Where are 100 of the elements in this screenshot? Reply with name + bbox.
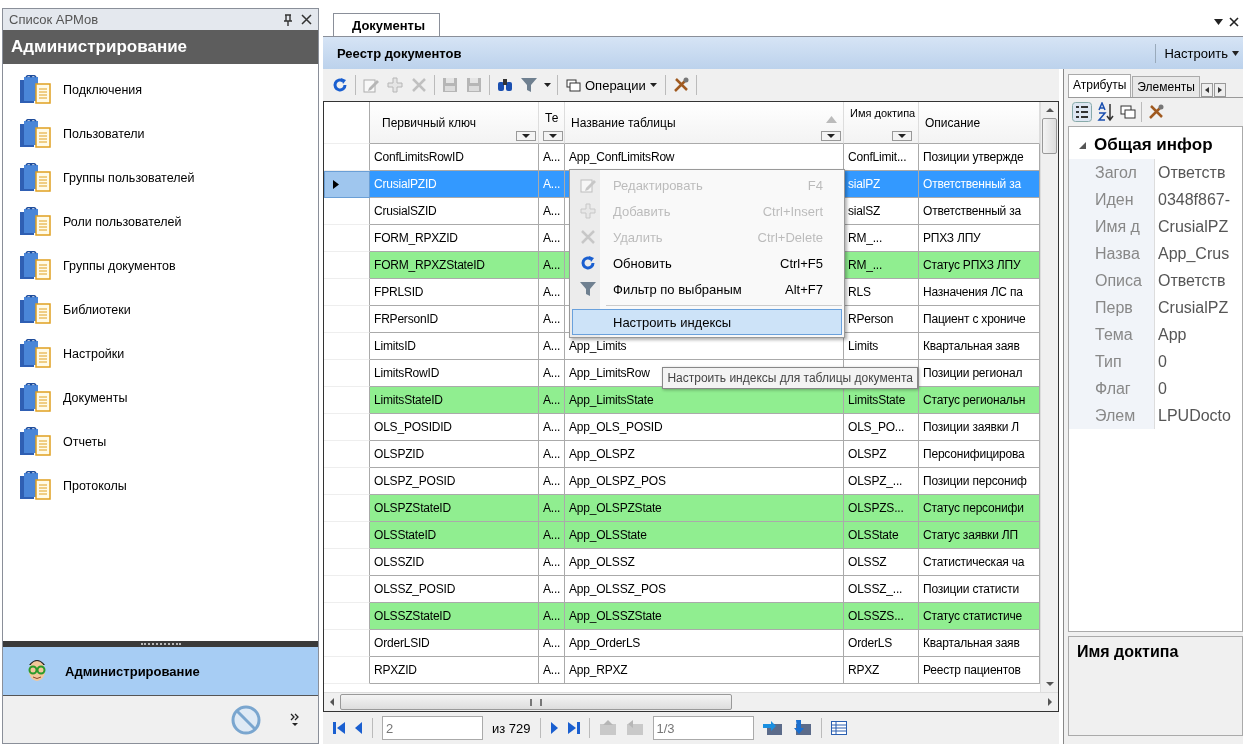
row-header[interactable] xyxy=(324,171,370,198)
nav-item[interactable]: Настройки xyxy=(3,332,318,376)
nav-item[interactable]: Группы документов xyxy=(3,244,318,288)
last-page-icon[interactable] xyxy=(567,721,580,735)
row-header[interactable] xyxy=(324,468,370,495)
vertical-scrollbar[interactable] xyxy=(1040,102,1058,692)
table-cell: A... xyxy=(539,306,565,333)
tools-icon[interactable] xyxy=(1147,103,1165,121)
filter-dropdown-icon[interactable] xyxy=(516,131,536,141)
row-header[interactable] xyxy=(324,225,370,252)
caret-icon[interactable] xyxy=(1214,19,1223,25)
operations-button[interactable]: Операции xyxy=(564,75,659,95)
menu-item[interactable]: Обновить Ctrl+F5 xyxy=(572,250,842,276)
column-header[interactable]: Название таблицы xyxy=(565,102,844,144)
nav-item[interactable]: Отчеты xyxy=(3,420,318,464)
filter-dropdown-icon[interactable] xyxy=(892,131,912,141)
table-cell: A... xyxy=(539,387,565,414)
splitter-grip[interactable] xyxy=(3,641,318,647)
page-field[interactable]: 2 xyxy=(382,716,483,740)
column-header[interactable]: Первичный ключ xyxy=(370,102,539,144)
table-icon[interactable] xyxy=(830,721,847,735)
row-header[interactable] xyxy=(324,333,370,360)
property-value: LPUDocto xyxy=(1157,405,1232,426)
property-value: CrusialPZ xyxy=(1157,297,1230,318)
row-header[interactable] xyxy=(324,279,370,306)
row-header[interactable] xyxy=(324,198,370,225)
row-header[interactable] xyxy=(324,387,370,414)
column-header[interactable]: Имя доктипа xyxy=(844,102,919,144)
pencil-icon xyxy=(579,176,597,194)
table-cell: OLSPZS... xyxy=(844,495,919,522)
nav-item[interactable]: Библиотеки xyxy=(3,288,318,332)
table-cell: A... xyxy=(539,279,565,306)
menu-item[interactable]: Настроить индексы xyxy=(572,309,842,335)
row-header[interactable] xyxy=(324,576,370,603)
funnel-icon[interactable] xyxy=(520,76,538,94)
filter-dropdown-icon[interactable] xyxy=(821,131,841,141)
binoculars-icon[interactable] xyxy=(496,76,514,94)
caret-icon[interactable] xyxy=(544,83,551,87)
table-cell: sialPZ xyxy=(844,171,919,198)
categorized-icon[interactable] xyxy=(1072,102,1092,122)
workspace-button[interactable]: Администрирование xyxy=(3,647,318,696)
row-header[interactable] xyxy=(324,522,370,549)
table-cell: OrderLSID xyxy=(370,630,539,657)
filter-dropdown-icon[interactable] xyxy=(543,131,563,141)
next-page-icon[interactable] xyxy=(549,721,559,735)
sort-alphabetical-icon[interactable] xyxy=(1097,102,1115,122)
row-header[interactable] xyxy=(324,252,370,279)
scroll-left-icon[interactable] xyxy=(1200,83,1213,97)
table-cell: LimitsStateID xyxy=(370,387,539,414)
refresh-icon[interactable] xyxy=(331,76,349,94)
table-cell: FORM_RPXZStateID xyxy=(370,252,539,279)
row-header[interactable] xyxy=(324,549,370,576)
column-header[interactable]: Те xyxy=(539,102,565,144)
nav-item[interactable]: Подключения xyxy=(3,68,318,112)
nav-item[interactable]: Протоколы xyxy=(3,464,318,508)
table-cell: A... xyxy=(539,252,565,279)
nav-item[interactable]: Документы xyxy=(3,376,318,420)
row-header[interactable] xyxy=(324,603,370,630)
property-name: Описа xyxy=(1069,267,1155,294)
first-page-icon[interactable] xyxy=(333,721,345,735)
panel-tab[interactable]: Элементы xyxy=(1132,76,1200,97)
column-header[interactable]: Описание xyxy=(919,102,1040,144)
table-cell: App_OLSState xyxy=(565,522,844,549)
menu-item[interactable]: Фильтр по выбраным Alt+F7 xyxy=(572,276,842,302)
table-cell: OLSPZStateID xyxy=(370,495,539,522)
row-header[interactable] xyxy=(324,630,370,657)
table-cell: A... xyxy=(539,657,565,684)
collapse-icon[interactable] xyxy=(1079,141,1086,149)
nav-item[interactable]: Пользователи xyxy=(3,112,318,156)
configure-button[interactable]: Настроить xyxy=(1155,43,1243,63)
grid-arrow-icon[interactable] xyxy=(791,720,812,736)
property-name: Тема xyxy=(1069,321,1155,348)
plus-icon xyxy=(579,202,597,220)
document-tab[interactable]: Документы xyxy=(333,13,441,36)
property-value: Ответств xyxy=(1157,270,1227,291)
previous-page-icon[interactable] xyxy=(354,721,363,735)
close-icon[interactable] xyxy=(301,14,312,25)
scroll-right-icon[interactable] xyxy=(1213,83,1226,97)
row-header[interactable] xyxy=(324,441,370,468)
page-range-field[interactable]: 1/3 xyxy=(652,716,754,740)
row-header[interactable] xyxy=(324,144,370,171)
windows-icon[interactable] xyxy=(1120,105,1136,119)
pin-icon[interactable] xyxy=(283,13,293,26)
table-cell: OLS_POSIDID xyxy=(370,414,539,441)
row-header[interactable] xyxy=(324,414,370,441)
close-icon[interactable] xyxy=(1229,17,1239,27)
grid-arrow-icon[interactable] xyxy=(762,720,783,736)
row-header[interactable] xyxy=(324,657,370,684)
nav-item[interactable]: Роли пользователей xyxy=(3,200,318,244)
row-header[interactable] xyxy=(324,360,370,387)
table-cell: A... xyxy=(539,495,565,522)
table-cell: A... xyxy=(539,414,565,441)
nav-item[interactable]: Группы пользователей xyxy=(3,156,318,200)
horizontal-scrollbar[interactable] xyxy=(324,692,1058,711)
chevrons-icon[interactable] xyxy=(290,712,300,727)
row-header[interactable] xyxy=(324,306,370,333)
row-header[interactable] xyxy=(324,495,370,522)
table-cell: Ответственный за xyxy=(919,171,1040,198)
panel-tab[interactable]: Атрибуты xyxy=(1068,74,1132,97)
table-cell: RPXZID xyxy=(370,657,539,684)
